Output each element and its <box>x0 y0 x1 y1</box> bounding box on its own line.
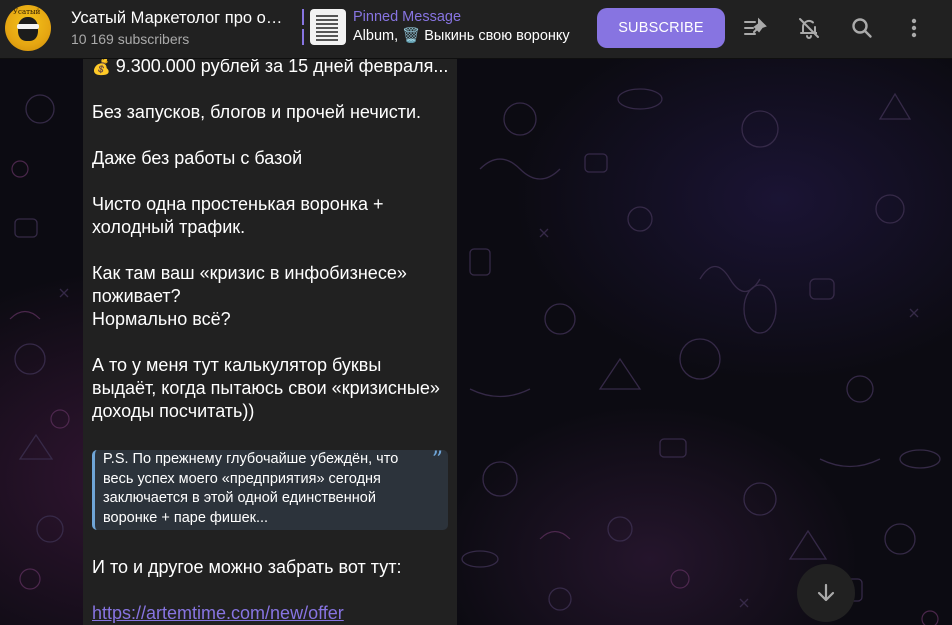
quote-line: заключается в этой одной единственной <box>103 490 376 506</box>
pinned-message[interactable]: Pinned Message Album, 🗑️ Выкинь свою вор… <box>302 8 582 46</box>
message-text: Даже без работы с базой <box>92 148 303 168</box>
offer-link[interactable]: https://artemtime.com/new/offer <box>92 602 344 625</box>
message-line: 💰 9.300.000 рублей за 15 дней февраля... <box>92 59 448 79</box>
message-text: выдаёт, когда пытаюсь свои «кризисные» <box>92 378 440 398</box>
channel-avatar[interactable]: Усатый <box>5 5 51 51</box>
money-bag-icon: 💰 <box>92 59 111 76</box>
message-text: Нормально всё? <box>92 309 231 329</box>
subscribe-button[interactable]: SUBSCRIBE <box>597 8 725 48</box>
unpin-icon[interactable] <box>742 14 770 42</box>
message-text: Без запусков, блогов и прочей нечисти. <box>92 102 422 122</box>
scroll-down-button[interactable] <box>797 564 855 622</box>
pinned-emoji: 🗑️ <box>402 28 421 44</box>
more-vertical-icon[interactable] <box>900 14 928 42</box>
message-bubble: 💰 9.300.000 рублей за 15 дней февраля...… <box>83 59 457 625</box>
channel-info[interactable]: Усатый Маркетолог про обучение 10 169 su… <box>71 8 286 48</box>
avatar-glasses <box>17 24 39 29</box>
pinned-text: Pinned Message Album, 🗑️ Выкинь свою вор… <box>353 8 575 46</box>
message-text: И то и другое можно забрать вот тут: <box>92 557 402 577</box>
pinned-indicator <box>302 9 304 45</box>
pinned-thumbnail <box>310 9 346 45</box>
avatar-face <box>18 17 38 41</box>
pinned-preview: Album, 🗑️ Выкинь свою воронку <box>353 26 575 46</box>
quote-line: весь успех моего «предприятия» сегодня <box>103 470 381 487</box>
message-text: А то у меня тут калькулятор буквы <box>92 355 382 375</box>
pinned-label: Pinned Message <box>353 9 462 25</box>
search-icon[interactable] <box>848 14 876 42</box>
message-text: поживает? <box>92 286 181 306</box>
bell-off-icon[interactable] <box>795 14 823 42</box>
quote-line: P.S. По прежнему глубочайше убеждён, что <box>103 451 399 467</box>
message-text: доходы посчитать)) <box>92 401 255 421</box>
quote-line: воронке + паре фишек... <box>103 509 269 526</box>
message-text: 9.300.000 рублей за 15 дней февраля... <box>115 59 449 76</box>
message-text: Чисто одна простенькая воронка + <box>92 194 384 214</box>
avatar-label: Усатый <box>13 8 41 16</box>
quote-text: P.S. По прежнему глубочайше убеждён, что… <box>103 450 423 528</box>
chat-header: Усатый Усатый Маркетолог про обучение 10… <box>0 0 952 59</box>
subscriber-count: 10 169 subscribers <box>71 31 190 47</box>
quote-icon: ” <box>431 448 443 473</box>
arrow-down-icon <box>817 583 835 602</box>
blockquote: P.S. По прежнему глубочайше убеждён, что… <box>92 450 448 530</box>
message-text: холодный трафик. <box>92 217 246 237</box>
pinned-album: Album, <box>353 28 399 44</box>
channel-title: Усатый Маркетолог про обучение <box>71 9 286 27</box>
pinned-preview-text: Выкинь свою воронку <box>424 28 570 44</box>
message-text: Как там ваш «кризис в инфобизнесе» <box>92 263 407 283</box>
